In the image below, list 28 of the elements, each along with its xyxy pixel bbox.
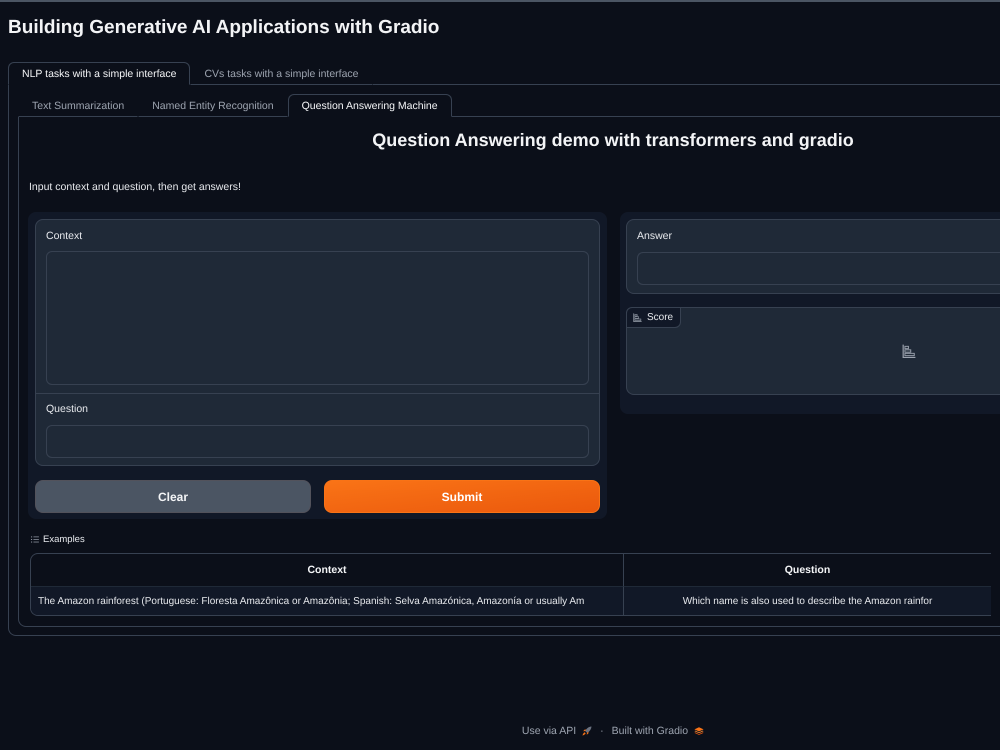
example-cell[interactable]: The Amazon rainforest (Portuguese: Floresta Amazônica or Amazônia; Spanish: Selva Amazónica, Amazonía or usually Am: [31, 586, 624, 615]
textarea-field[interactable]: [46, 251, 589, 385]
description-text: Input context and question, then get answers!: [29, 180, 242, 194]
gradio-link[interactable]: Built with Gradio: [612, 725, 704, 737]
rocket-icon: [582, 726, 592, 736]
separator-dot: ·: [600, 725, 604, 737]
examples-label: Examples: [43, 534, 85, 544]
clear-button[interactable]: Clear: [35, 480, 311, 513]
example-cell[interactable]: Which name is also used to describe the Amazon rainfor: [624, 586, 991, 615]
column-header: Question: [784, 563, 832, 578]
input-field[interactable]: [46, 425, 589, 458]
demo-heading: Question Answering demo with transformers and gradio: [371, 129, 855, 152]
output-field[interactable]: [637, 252, 1000, 285]
field-label: Answer: [637, 229, 672, 243]
bar-chart-icon: [902, 344, 916, 358]
badge-label: Score: [647, 312, 674, 323]
field-label: Question: [46, 402, 88, 416]
layers-logo-icon: [694, 726, 704, 736]
tab[interactable]: CVs tasks with a simple interface: [190, 62, 373, 85]
field-label: Context: [46, 229, 82, 243]
api-link[interactable]: Use via API: [522, 725, 592, 737]
page-title: Building Generative AI Applications with Gradio: [8, 16, 440, 40]
tab[interactable]: Question Answering Machine: [288, 94, 452, 117]
bar-chart-icon: [633, 313, 642, 322]
tab[interactable]: Named Entity Recognition: [138, 94, 288, 117]
tab[interactable]: NLP tasks with a simple interface: [8, 62, 190, 85]
list-icon: [31, 536, 39, 542]
tab[interactable]: Text Summarization: [18, 94, 138, 117]
